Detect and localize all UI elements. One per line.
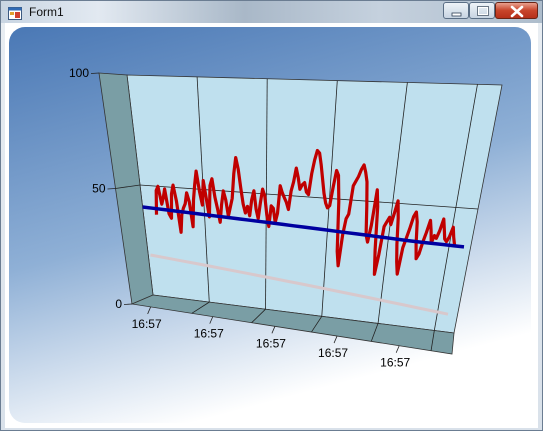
minimize-button[interactable] (443, 2, 469, 19)
x-tick-label: 16:57 (256, 336, 286, 350)
title-bar[interactable]: Form1 (1, 1, 542, 23)
x-tick-label: 16:57 (132, 317, 162, 331)
minimize-icon (451, 12, 462, 17)
maximize-button[interactable] (469, 2, 495, 19)
y-tick-label: 0 (115, 297, 122, 311)
app-form-icon (8, 5, 22, 20)
y-tick (90, 72, 100, 74)
y-tick-label: 100 (69, 66, 89, 80)
close-button[interactable] (495, 2, 538, 19)
close-icon (510, 5, 524, 18)
x-tick-label: 16:57 (318, 346, 348, 360)
x-tick-label: 16:57 (380, 356, 410, 370)
y-tick (107, 188, 116, 190)
x-tick-label: 16:57 (194, 327, 224, 341)
form-client-area: 0 50 100 16:57 16:57 16:57 16:57 16:57 (5, 23, 538, 428)
window-title: Form1 (29, 5, 64, 19)
chart-3d-line: 0 50 100 16:57 16:57 16:57 16:57 16:57 (9, 27, 531, 423)
chart-back-wall (126, 74, 503, 334)
y-tick-label: 50 (92, 182, 106, 196)
maximize-icon (477, 6, 489, 16)
app-window: Form1 0 50 100 16:57 16:57 16:57 16:57 1… (0, 0, 543, 431)
y-tick (123, 303, 133, 305)
